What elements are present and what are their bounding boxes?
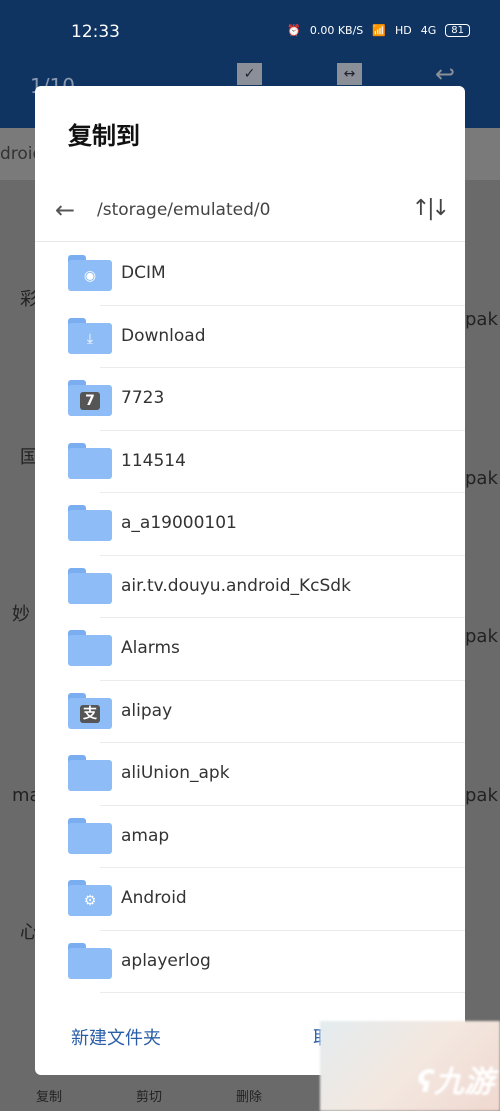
folder-icon	[68, 505, 112, 541]
select-all-icon[interactable]: ✓	[237, 63, 262, 85]
folder-name: aliUnion_apk	[121, 763, 230, 783]
copy-to-dialog: 复制到 ← /storage/emulated/0 ↑|↓ ◉ DCIM ⤓ Down…	[35, 86, 465, 1075]
bg-label: pak	[465, 785, 498, 806]
watermark-logo: ʕ九游	[416, 1065, 494, 1100]
toolbar-cut[interactable]: 剪切	[136, 1086, 162, 1105]
back-arrow-icon[interactable]: ←	[55, 196, 75, 224]
folder-item[interactable]: aliUnion_apk	[35, 743, 465, 806]
new-folder-button[interactable]: 新建文件夹	[71, 1024, 161, 1050]
folder-item[interactable]: ⤓ Download	[35, 306, 465, 369]
folder-name: a_a19000101	[121, 513, 237, 533]
folder-name: air.tv.douyu.android_KcSdk	[121, 575, 351, 596]
swap-icon[interactable]: ↔	[337, 63, 362, 85]
bg-label: pak	[465, 626, 498, 647]
bg-label: pak	[465, 468, 498, 489]
folder-icon	[68, 755, 112, 791]
signal-label: 4G	[420, 24, 437, 37]
folder-icon	[68, 942, 112, 979]
folder-item[interactable]: amap	[35, 806, 465, 869]
folder-name: Alarms	[121, 638, 180, 658]
battery: 81	[445, 24, 470, 37]
folder-item[interactable]: ◉ DCIM	[35, 243, 465, 306]
bg-label: 妙	[12, 604, 30, 625]
folder-name: DCIM	[121, 263, 166, 283]
folder-name: aplayerlog	[121, 950, 211, 971]
folder-name: 7723	[121, 388, 165, 408]
alipay-icon: 支	[68, 692, 112, 729]
download-icon: ⤓	[68, 317, 112, 354]
clock: 12:33	[71, 22, 120, 42]
sort-icon[interactable]: ↑|↓	[412, 196, 450, 221]
current-path: /storage/emulated/0	[97, 200, 271, 220]
folder-name: amap	[121, 825, 170, 846]
hd-badge: HD	[394, 24, 412, 37]
toolbar-copy[interactable]: 复制	[36, 1086, 62, 1105]
status-icons: ⏰ 0.00 KB/S 📶 HD 4G 81	[287, 24, 470, 37]
camera-icon: ◉	[68, 255, 112, 291]
app-7723-icon: 7	[68, 380, 112, 416]
folder-icon	[68, 630, 112, 666]
alarm-icon: ⏰	[287, 24, 301, 37]
folder-item[interactable]: a_a19000101	[35, 493, 465, 556]
folder-item[interactable]: 支 alipay	[35, 681, 465, 744]
folder-item[interactable]: 114514	[35, 431, 465, 494]
gear-icon: ⚙	[68, 880, 112, 916]
folder-name: Download	[121, 325, 206, 346]
folder-icon	[68, 442, 112, 479]
watermark: ʕ九游	[320, 1021, 500, 1111]
folder-name: 114514	[121, 450, 186, 471]
return-icon[interactable]: ↩	[435, 60, 455, 88]
bg-label: pak	[465, 309, 498, 330]
folder-item[interactable]: Alarms	[35, 618, 465, 681]
net-speed: 0.00 KB/S	[309, 24, 364, 37]
folder-icon	[68, 567, 112, 604]
folder-name: Android	[121, 888, 187, 908]
folder-item[interactable]: air.tv.douyu.android_KcSdk	[35, 556, 465, 619]
folder-icon	[68, 817, 112, 854]
wifi-icon: 📶	[372, 24, 386, 37]
dialog-title: 复制到	[68, 122, 140, 150]
folder-item[interactable]: ⚙ Android	[35, 868, 465, 931]
folder-item[interactable]: aplayerlog	[35, 931, 465, 994]
path-bar: ← /storage/emulated/0 ↑|↓	[35, 186, 465, 242]
folder-list: ◉ DCIM ⤓ Download 7 7723 114514 a_a19000101 air.…	[35, 243, 465, 993]
folder-item[interactable]: 7 7723	[35, 368, 465, 431]
toolbar-delete[interactable]: 删除	[236, 1086, 262, 1105]
folder-name: alipay	[121, 700, 173, 721]
